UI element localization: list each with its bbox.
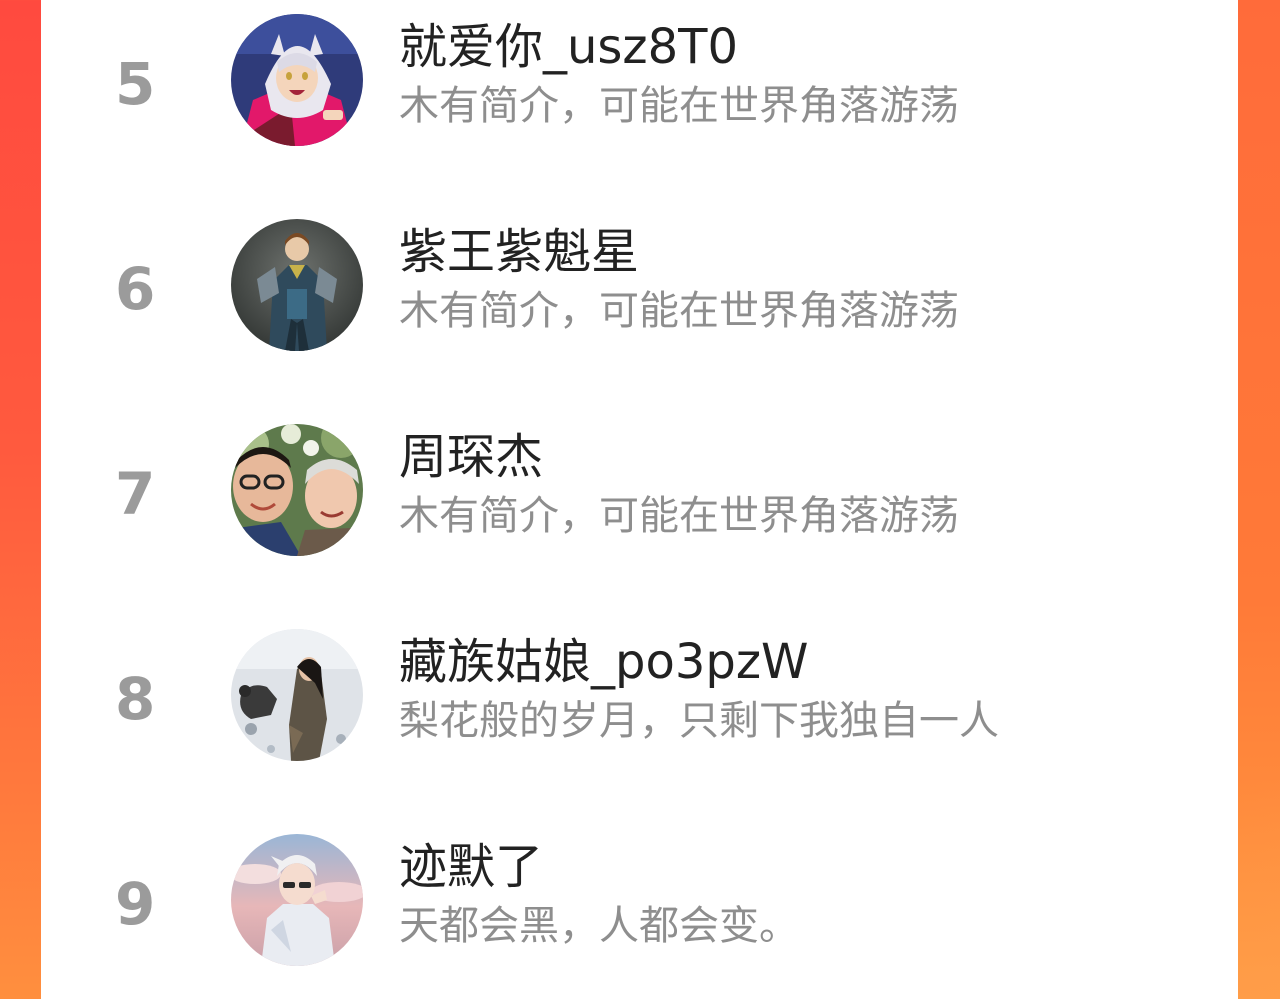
user-bio: 天都会黑，人都会变。 [399, 903, 799, 949]
rank-number: 5 [115, 50, 156, 118]
username[interactable]: 迹默了 [399, 836, 543, 898]
username[interactable]: 就爱你_usz8T0 [399, 16, 738, 78]
ranking-panel: 5 就爱你_usz8T0 木有简介，可能在世界角落游荡 6 紫王紫魁星 木有简介… [41, 0, 1238, 999]
user-bio: 木有简介，可能在世界角落游荡 [399, 288, 959, 334]
username[interactable]: 紫王紫魁星 [399, 221, 639, 283]
user-avatar[interactable] [231, 629, 363, 761]
user-avatar[interactable] [231, 14, 363, 146]
ranking-list-item[interactable]: 5 就爱你_usz8T0 木有简介，可能在世界角落游荡 [41, 0, 1238, 180]
rank-number: 6 [115, 255, 156, 323]
armored-warrior-avatar [231, 219, 363, 351]
user-avatar[interactable] [231, 219, 363, 351]
user-avatar[interactable] [231, 424, 363, 556]
ranking-list-item[interactable]: 9 迹默了 天都会黑，人都会变。 [41, 820, 1238, 999]
rank-number: 9 [115, 870, 156, 938]
illustrated-boy-avatar [231, 834, 363, 966]
ranking-list-item[interactable]: 7 周琛杰 木有简介，可能在世界角落游荡 [41, 410, 1238, 590]
user-avatar[interactable] [231, 834, 363, 966]
anime-character-avatar [231, 14, 363, 146]
username[interactable]: 藏族姑娘_po3pzW [399, 631, 809, 693]
ranking-list-item[interactable]: 6 紫王紫魁星 木有简介，可能在世界角落游荡 [41, 205, 1238, 385]
rank-number: 8 [115, 665, 156, 733]
selfie-photo-avatar [231, 424, 363, 556]
user-bio: 木有简介，可能在世界角落游荡 [399, 83, 959, 129]
snow-scene-avatar [231, 629, 363, 761]
ranking-list-item[interactable]: 8 藏族姑娘_po3pzW 梨花般的岁月，只剩下我独自一人 [41, 615, 1238, 795]
username[interactable]: 周琛杰 [399, 426, 543, 488]
user-bio: 梨花般的岁月，只剩下我独自一人 [399, 698, 999, 744]
rank-number: 7 [115, 460, 156, 528]
background-right-edge [1238, 0, 1280, 999]
user-bio: 木有简介，可能在世界角落游荡 [399, 493, 959, 539]
